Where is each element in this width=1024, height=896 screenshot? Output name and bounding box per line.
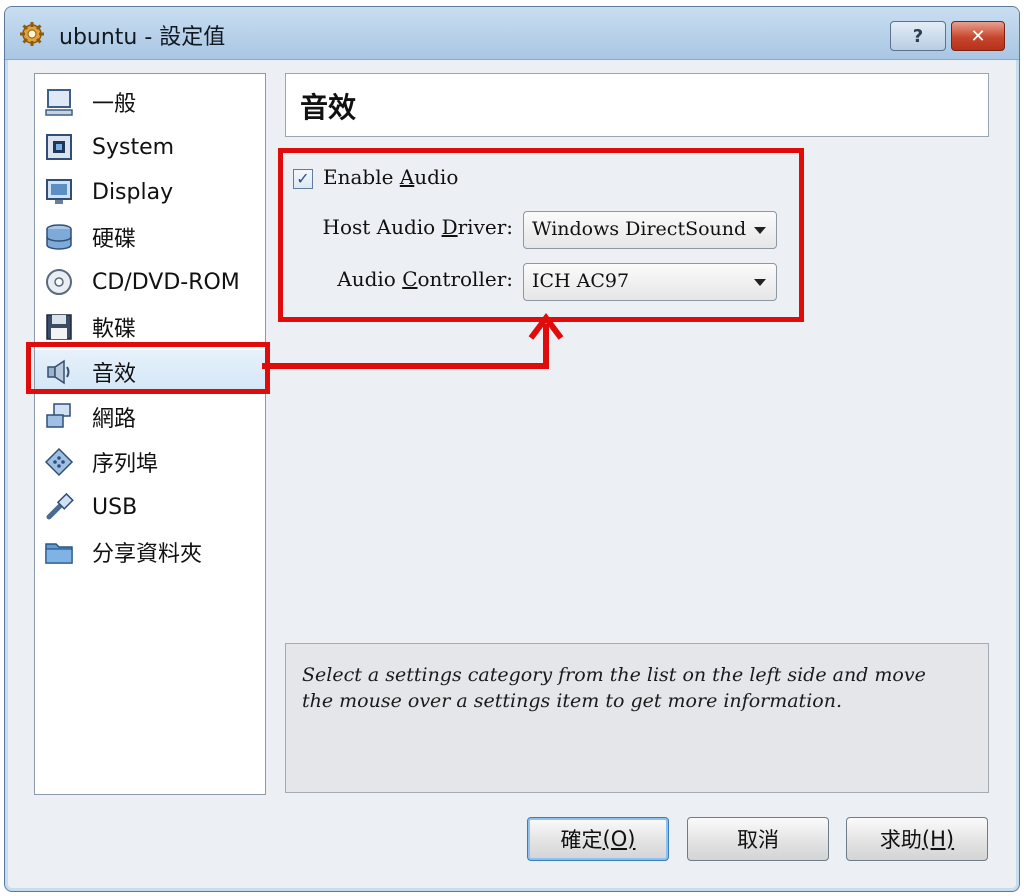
question-icon: ? xyxy=(912,25,924,47)
title-help-button[interactable]: ? xyxy=(890,21,946,51)
floppy-icon xyxy=(46,314,72,340)
info-text: Select a settings category from the list… xyxy=(302,664,926,712)
sidebar-item-label: 網路 xyxy=(92,407,137,432)
highlight-box-audio-settings xyxy=(278,148,804,322)
sidebar-item-label: 軟碟 xyxy=(92,317,137,342)
sidebar-item-label: 序列埠 xyxy=(92,452,159,477)
cd-icon xyxy=(46,269,72,295)
sidebar-item-label: System xyxy=(92,134,175,160)
sidebar-item-label: 硬碟 xyxy=(92,227,137,252)
folder-icon xyxy=(45,543,73,564)
title-close-button[interactable]: ✕ xyxy=(951,21,1005,51)
sidebar-item-usb[interactable]: USB xyxy=(35,485,265,529)
sidebar-item-serial-port[interactable]: 序列埠 xyxy=(35,440,265,484)
settings-window: ubuntu - 設定值 ? ✕ 一般 System Display 硬碟 CD… xyxy=(4,6,1020,892)
category-list: 一般 System Display 硬碟 CD/DVD-ROM 軟碟 音效 網路… xyxy=(34,73,266,795)
sidebar-item-network[interactable]: 網路 xyxy=(35,395,265,439)
serial-port-icon xyxy=(44,447,74,477)
chip-icon xyxy=(46,134,72,160)
network-icon xyxy=(46,403,71,428)
sidebar-item-label: CD/DVD-ROM xyxy=(92,269,240,295)
monitor-icon xyxy=(45,89,73,116)
close-icon: ✕ xyxy=(970,25,986,47)
sidebar-item-display[interactable]: Display xyxy=(35,170,265,214)
ok-button[interactable]: 確定 (O) xyxy=(527,817,669,861)
title-bar: ubuntu - 設定值 ? ✕ xyxy=(5,7,1019,60)
sidebar-item-label: 分享資料夾 xyxy=(92,542,203,567)
info-panel: Select a settings category from the list… xyxy=(285,643,989,793)
usb-icon xyxy=(46,492,74,520)
help-button[interactable]: 求助 (H) xyxy=(846,817,988,861)
sidebar-item-label: Display xyxy=(92,179,174,205)
sidebar-item-label: 一般 xyxy=(92,92,137,117)
sidebar-item-general[interactable]: 一般 xyxy=(35,80,265,124)
sidebar-item-system[interactable]: System xyxy=(35,125,265,169)
gear-icon xyxy=(20,22,44,46)
page-header: 音效 xyxy=(285,73,989,137)
sidebar-item-shared-folders[interactable]: 分享資料夾 xyxy=(35,530,265,574)
highlight-box-audio-item xyxy=(26,342,270,394)
sidebar-item-cd-dvd[interactable]: CD/DVD-ROM xyxy=(35,260,265,304)
window-title: ubuntu - 設定值 xyxy=(59,25,226,50)
cancel-button[interactable]: 取消 xyxy=(687,817,829,861)
page-title: 音效 xyxy=(300,91,357,124)
display-icon xyxy=(46,179,72,204)
sidebar-item-label: USB xyxy=(92,494,138,520)
hard-disk-icon xyxy=(46,224,72,250)
sidebar-item-hard-disk[interactable]: 硬碟 xyxy=(35,215,265,259)
